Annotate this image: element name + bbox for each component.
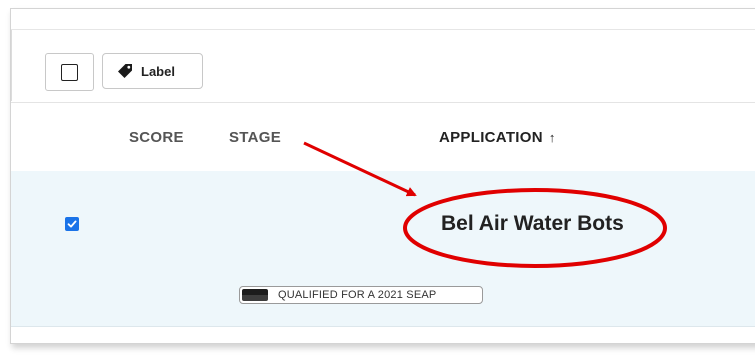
stage-badge-text: QUALIFIED FOR A 2021 SEAP xyxy=(278,289,437,301)
table-row[interactable]: Bel Air Water Bots QUALIFIED FOR A 2021 … xyxy=(11,171,755,327)
stage-badge: QUALIFIED FOR A 2021 SEAP xyxy=(239,286,483,304)
label-button-text: Label xyxy=(141,63,175,79)
label-button[interactable]: Label xyxy=(102,53,203,89)
bulk-action-toolbar: Label xyxy=(11,30,755,101)
table-header-row: SCORE STAGE APPLICATION ↑ xyxy=(11,102,755,172)
applications-panel: Label SCORE STAGE APPLICATION ↑ Bel Air W… xyxy=(10,8,755,344)
column-header-stage[interactable]: STAGE xyxy=(229,129,281,146)
column-header-application-label: APPLICATION xyxy=(439,129,543,146)
column-header-score[interactable]: SCORE xyxy=(129,129,184,146)
checkbox-box xyxy=(61,63,78,81)
column-header-application[interactable]: APPLICATION ↑ xyxy=(439,129,556,146)
tag-icon xyxy=(117,63,133,79)
sort-ascending-icon: ↑ xyxy=(548,130,556,145)
application-name[interactable]: Bel Air Water Bots xyxy=(441,212,624,236)
row-checkbox[interactable] xyxy=(65,217,79,231)
select-all-checkbox[interactable] xyxy=(45,53,94,91)
badge-color-swatch xyxy=(242,289,268,301)
checkmark-icon xyxy=(67,220,77,228)
